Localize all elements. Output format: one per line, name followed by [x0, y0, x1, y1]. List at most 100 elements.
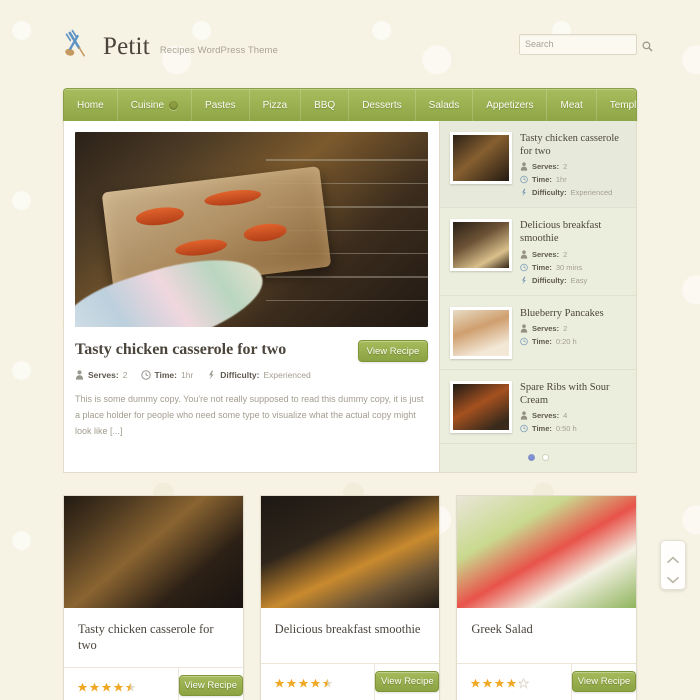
view-recipe-button[interactable]: View Recipe: [572, 671, 637, 693]
nav-label: BBQ: [314, 99, 336, 111]
person-icon: [520, 411, 528, 420]
meta-key: Serves:: [532, 323, 560, 333]
nav-label: Home: [77, 99, 104, 111]
brand-name: Petit: [103, 33, 150, 60]
rating-stars[interactable]: [457, 663, 573, 700]
star-icon: [274, 676, 285, 688]
difficulty-icon: [520, 188, 528, 197]
view-recipe-button[interactable]: View Recipe: [358, 340, 428, 362]
search-box[interactable]: [519, 33, 653, 55]
list-item[interactable]: Tasty chicken casserole for two Serves: …: [440, 121, 636, 209]
recipe-card-title: Delicious breakfast smoothie: [260, 608, 440, 664]
list-item-body: Blueberry Pancakes Serves: 2 Time: 0:20 …: [520, 307, 626, 359]
recipe-card-grid: Tasty chicken casserole for two View Rec…: [63, 494, 638, 700]
star-icon: [298, 676, 309, 688]
meta-time: Time: 1hr: [141, 370, 193, 380]
nav-item-pastes[interactable]: Pastes: [192, 89, 250, 121]
meta-value: Easy: [570, 275, 588, 285]
nav-item-templates[interactable]: Templates: [597, 89, 636, 121]
recipe-card-image[interactable]: [260, 495, 440, 608]
nav-item-home[interactable]: Home: [64, 89, 118, 121]
featured-excerpt: This is some dummy copy. You're not real…: [75, 394, 424, 436]
pagination-dot-1[interactable]: [527, 453, 535, 461]
nav-item-desserts[interactable]: Desserts: [349, 89, 416, 121]
nav-label: Pastes: [205, 99, 236, 111]
meta-value: 0:20 h: [555, 336, 577, 346]
star-icon: [494, 676, 505, 688]
person-icon: [520, 249, 528, 259]
star-empty-icon: [517, 676, 531, 690]
chevron-up-icon[interactable]: [667, 551, 679, 563]
pagination-dot-2[interactable]: [541, 453, 549, 461]
star-icon: [89, 680, 100, 692]
meta-value: 2: [563, 323, 568, 333]
rating-stars[interactable]: [64, 667, 179, 700]
meta-key: Serves:: [532, 410, 560, 420]
recipe-card: Greek Salad View Recipe: [456, 494, 638, 700]
recipe-card: Tasty chicken casserole for two View Rec…: [63, 494, 244, 700]
star-icon: [310, 676, 321, 688]
meta-value: Experienced: [263, 370, 311, 380]
nav-item-meat[interactable]: Meat: [547, 89, 597, 121]
meta-key: Time:: [532, 423, 552, 433]
list-item[interactable]: Spare Ribs with Sour Cream Serves: 4 Tim…: [440, 370, 636, 444]
meta-value: 1hr: [180, 370, 194, 380]
nav-label: Salads: [428, 99, 460, 111]
nav-item-bbq[interactable]: BBQ: [301, 89, 350, 121]
meta-time: Time: 0:20 h: [520, 337, 626, 346]
scroll-control[interactable]: [660, 540, 686, 590]
search-icon[interactable]: [642, 39, 653, 51]
meta-time: Time: 0:50 h: [520, 424, 626, 433]
brand-logo[interactable]: Petit Recipes WordPress Theme: [63, 27, 278, 61]
list-item[interactable]: Blueberry Pancakes Serves: 2 Time: 0:20 …: [440, 296, 636, 370]
clock-icon: [141, 370, 152, 380]
meta-difficulty: Difficulty: Experienced: [520, 188, 626, 197]
star-icon: [77, 680, 88, 692]
nav-item-salads[interactable]: Salads: [416, 89, 474, 121]
site-header: Petit Recipes WordPress Theme: [0, 0, 700, 88]
difficulty-icon: [207, 370, 216, 380]
featured-title: Tasty chicken casserole for two: [75, 341, 287, 358]
nav-item-cuisine[interactable]: Cuisine: [118, 89, 193, 121]
meta-difficulty: Difficulty: Experienced: [207, 370, 311, 380]
nav-item-appetizers[interactable]: Appetizers: [473, 89, 548, 121]
meta-value: 4: [563, 410, 568, 420]
nav-label: Cuisine: [130, 99, 165, 111]
chevron-down-icon[interactable]: [667, 571, 679, 584]
star-icon: [101, 680, 112, 692]
star-half-icon: [322, 676, 333, 688]
recipe-card-title: Tasty chicken casserole for two: [64, 608, 243, 668]
featured-image[interactable]: [75, 132, 428, 327]
meta-serves: Serves: 2: [75, 370, 127, 380]
nav-label: Pizza: [262, 99, 288, 111]
list-item-title: Spare Ribs with Sour Cream: [520, 381, 610, 406]
clock-icon: [520, 263, 528, 272]
rating-stars[interactable]: [261, 663, 376, 700]
thumbnail: [450, 132, 512, 184]
recipe-card-footer: View Recipe: [457, 663, 637, 700]
list-item-body: Delicious breakfast smoothie Serves: 2 T…: [520, 219, 626, 284]
meta-value: 2: [563, 249, 568, 259]
person-icon: [75, 370, 84, 380]
meta-key: Time:: [532, 336, 552, 346]
nav-label: Appetizers: [486, 99, 534, 111]
view-recipe-button[interactable]: View Recipe: [375, 671, 440, 693]
star-icon: [470, 676, 481, 688]
meta-key: Difficulty:: [220, 370, 260, 380]
recipe-card-image[interactable]: [457, 495, 637, 608]
star-icon: [286, 676, 297, 688]
nav-item-pizza[interactable]: Pizza: [250, 89, 302, 121]
list-item[interactable]: Delicious breakfast smoothie Serves: 2 T…: [440, 208, 636, 296]
main-navigation: Home Cuisine Pastes Pizza BBQ Desserts S…: [63, 88, 637, 121]
meta-value: 2: [563, 162, 568, 172]
clock-icon: [520, 424, 528, 433]
list-item-body: Tasty chicken casserole for two Serves: …: [520, 132, 626, 197]
fork-spoon-icon: [63, 27, 93, 61]
view-recipe-button[interactable]: View Recipe: [178, 675, 243, 697]
search-input[interactable]: [525, 39, 642, 49]
thumbnail: [450, 306, 512, 359]
recipe-card-footer: View Recipe: [64, 667, 243, 700]
recipe-card-image[interactable]: [64, 495, 243, 608]
featured-meta: Serves: 2 Time: 1hr Difficulty: Experien…: [75, 370, 428, 380]
page-wrap: Petit Recipes WordPress Theme Home Cuisi…: [0, 0, 700, 700]
